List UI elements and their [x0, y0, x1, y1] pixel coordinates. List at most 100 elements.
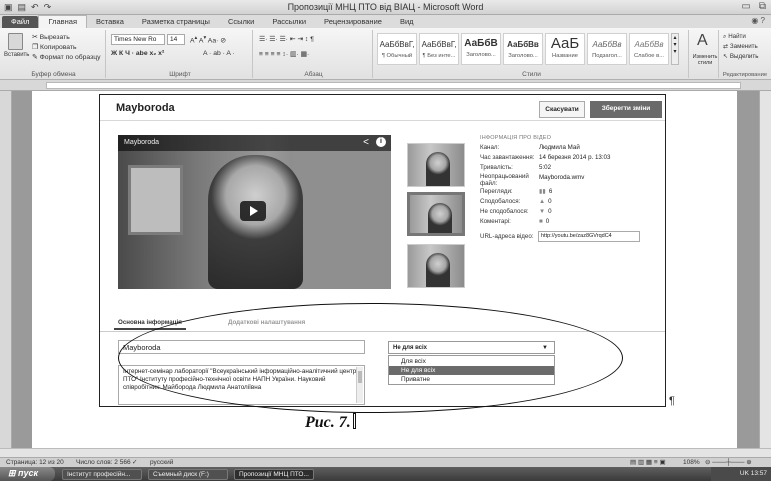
paragraph-group: ☰· ☰· ☰· ⇤ ⇥ ↕ ¶ ≡ ≡ ≡ ≡ ↕· ▥· ▦· Абзац: [255, 30, 373, 78]
paste-icon[interactable]: [8, 33, 23, 50]
change-styles-icon[interactable]: A: [697, 32, 708, 50]
window-controls: ▭ ⧉: [741, 1, 766, 12]
horizontal-ruler[interactable]: [0, 80, 771, 91]
taskbar-item-word[interactable]: Пропозиції МНЦ ПТО...: [234, 469, 314, 480]
ribbon: Вставить ✂ Вырезать ❐ Копировать ✎ Форма…: [0, 28, 771, 80]
thumbnail-1[interactable]: [407, 143, 465, 187]
save-changes-button[interactable]: Зберегти зміни: [590, 101, 662, 118]
style-heading-2[interactable]: АаБбВв Заголово...: [503, 33, 543, 65]
info-value: 0: [548, 208, 552, 215]
system-tray[interactable]: UK 13:57: [711, 467, 771, 481]
thumbnail-presenter: [426, 152, 450, 186]
video-player[interactable]: Mayboroda < i: [118, 135, 391, 289]
find-button[interactable]: ⌕ Найти: [723, 33, 746, 41]
info-key: Перегляди:: [480, 188, 513, 195]
font-color-buttons[interactable]: A · ab · A ·: [203, 50, 235, 57]
change-styles-button[interactable]: Изменить стили: [691, 54, 719, 66]
tab-mailings[interactable]: Рассылки: [263, 16, 315, 28]
video-info-panel: ІНФОРМАЦІЯ ПРО ВІДЕО Канал: Людмила Май Ч…: [480, 135, 665, 243]
thumbnail-2-selected[interactable]: [407, 192, 465, 236]
info-value: 5:02: [539, 164, 552, 171]
tab-file[interactable]: Файл: [2, 16, 39, 28]
replace-label: Заменить: [729, 43, 758, 50]
align-buttons[interactable]: ≡ ≡ ≡ ≡ ↕· ▥· ▦·: [259, 50, 309, 58]
font-group: Times New Ro 14 A▴ A▾ Aa· ⊘ Ж К Ч · abe …: [108, 30, 253, 78]
style-name: ¶ Обычный: [381, 53, 413, 59]
brush-icon: ✎: [32, 54, 40, 61]
document-page[interactable]: Mayboroda Скасувати Зберегти зміни Maybo…: [32, 91, 737, 448]
minimize-icon[interactable]: ▭: [741, 1, 750, 12]
copy-label: Копировать: [39, 44, 77, 51]
horizontal-scrollbar[interactable]: [0, 448, 771, 457]
copy-icon: ❐: [32, 44, 40, 51]
url-label: URL-адреса відео:: [480, 233, 534, 240]
cut-button[interactable]: ✂ Вырезать: [32, 33, 70, 41]
info-value: 6: [548, 188, 553, 195]
info-value: 0: [548, 198, 552, 205]
player-title: Mayboroda: [124, 139, 160, 146]
paste-button[interactable]: Вставить: [4, 52, 29, 58]
help-icon[interactable]: ◉ ?: [751, 16, 765, 25]
select-label: Выделить: [729, 53, 759, 60]
font-label: Шрифт: [169, 71, 191, 78]
paragraph-label: Абзац: [304, 71, 323, 78]
tab-view[interactable]: Вид: [391, 16, 423, 28]
thumbnail-3[interactable]: [407, 244, 465, 288]
zoom-level[interactable]: 108%: [683, 459, 700, 466]
info-icon[interactable]: i: [376, 137, 386, 147]
copy-button[interactable]: ❐ Копировать: [32, 43, 77, 51]
find-label: Найти: [728, 33, 746, 40]
info-heading: ІНФОРМАЦІЯ ПРО ВІДЕО: [480, 135, 552, 141]
style-sample: АаБ: [550, 35, 580, 52]
format-painter-button[interactable]: ✎ Формат по образцу: [32, 53, 101, 61]
scissors-icon: ✂: [32, 34, 40, 41]
player-title-bar: Mayboroda: [118, 135, 391, 151]
tab-page-layout[interactable]: Разметка страницы: [133, 16, 219, 28]
cancel-button[interactable]: Скасувати: [539, 101, 585, 118]
clipboard-group: Вставить ✂ Вырезать ❐ Копировать ✎ Форма…: [2, 30, 106, 78]
style-heading-1[interactable]: АаБбВ Заголово...: [461, 33, 501, 65]
style-no-spacing[interactable]: АаБбВвГ, ¶ Без инте...: [419, 33, 459, 65]
view-buttons[interactable]: ▤ ▥ ▦ ≡ ▣: [630, 458, 666, 466]
tab-references[interactable]: Ссылки: [219, 16, 263, 28]
info-value: 14 березня 2014 р. 13:03: [539, 154, 611, 161]
status-bar: Страница: 12 из 20 Число слов: 2 566 ✓ р…: [0, 457, 771, 467]
select-button[interactable]: ↖ Выделить: [723, 53, 758, 60]
play-button[interactable]: [240, 201, 266, 221]
style-normal[interactable]: АаБбВвГ, ¶ Обычный: [377, 33, 417, 65]
styles-scroll[interactable]: ▴ ▾ ▾: [671, 33, 679, 65]
tab-review[interactable]: Рецензирование: [315, 16, 391, 28]
proofing-icon[interactable]: ✓: [132, 458, 137, 466]
word-window: ▣ ▤ ↶ ↷ Пропозиції МНЦ ПТО від ВІАЦ - Mi…: [0, 0, 771, 481]
tab-home[interactable]: Главная: [38, 15, 87, 28]
style-title[interactable]: АаБ Название: [545, 33, 585, 65]
status-page[interactable]: Страница: 12 из 20: [6, 459, 64, 466]
ribbon-tabs: Файл Главная Вставка Разметка страницы С…: [0, 15, 771, 28]
restore-icon[interactable]: ⧉: [759, 1, 766, 12]
style-subtitle[interactable]: АаБбВв Подзагол...: [587, 33, 627, 65]
vertical-ruler[interactable]: [0, 91, 12, 448]
taskbar-item-explorer[interactable]: Съемный диск (F:): [148, 469, 228, 480]
highlight-ellipse: [118, 303, 623, 413]
start-button[interactable]: ⊞ пуск: [0, 467, 55, 481]
style-subtle-emphasis[interactable]: АаБбВв Слабое в...: [629, 33, 669, 65]
zoom-slider[interactable]: ⊖ ───┼─── ⊕: [705, 458, 765, 466]
status-words[interactable]: Число слов: 2 566: [76, 459, 131, 466]
font-style-buttons[interactable]: Ж К Ч · abe x₂ x²: [111, 50, 164, 57]
video-title-heading: Mayboroda: [116, 102, 175, 114]
style-sample: АаБбВ: [464, 38, 498, 49]
vertical-scrollbar[interactable]: [759, 91, 771, 448]
taskbar-item-browser[interactable]: Інститут професійн...: [62, 469, 142, 480]
tab-insert[interactable]: Вставка: [87, 16, 133, 28]
font-size-buttons[interactable]: A▴ A▾ Aa· ⊘: [190, 35, 226, 44]
format-painter-label: Формат по образцу: [39, 54, 101, 61]
figure-caption: Рис. 7.: [305, 413, 356, 432]
status-language[interactable]: русский: [150, 459, 173, 466]
styles-label: Стили: [522, 71, 541, 78]
font-size-select[interactable]: 14: [167, 34, 185, 45]
video-url-field[interactable]: http://youtu.be/zaz8GVrqdC4: [538, 231, 640, 242]
share-icon[interactable]: <: [363, 137, 369, 148]
font-name-select[interactable]: Times New Ro: [111, 34, 165, 45]
replace-button[interactable]: ⇄ Заменить: [723, 43, 758, 50]
list-buttons[interactable]: ☰· ☰· ☰· ⇤ ⇥ ↕ ¶: [259, 35, 314, 43]
